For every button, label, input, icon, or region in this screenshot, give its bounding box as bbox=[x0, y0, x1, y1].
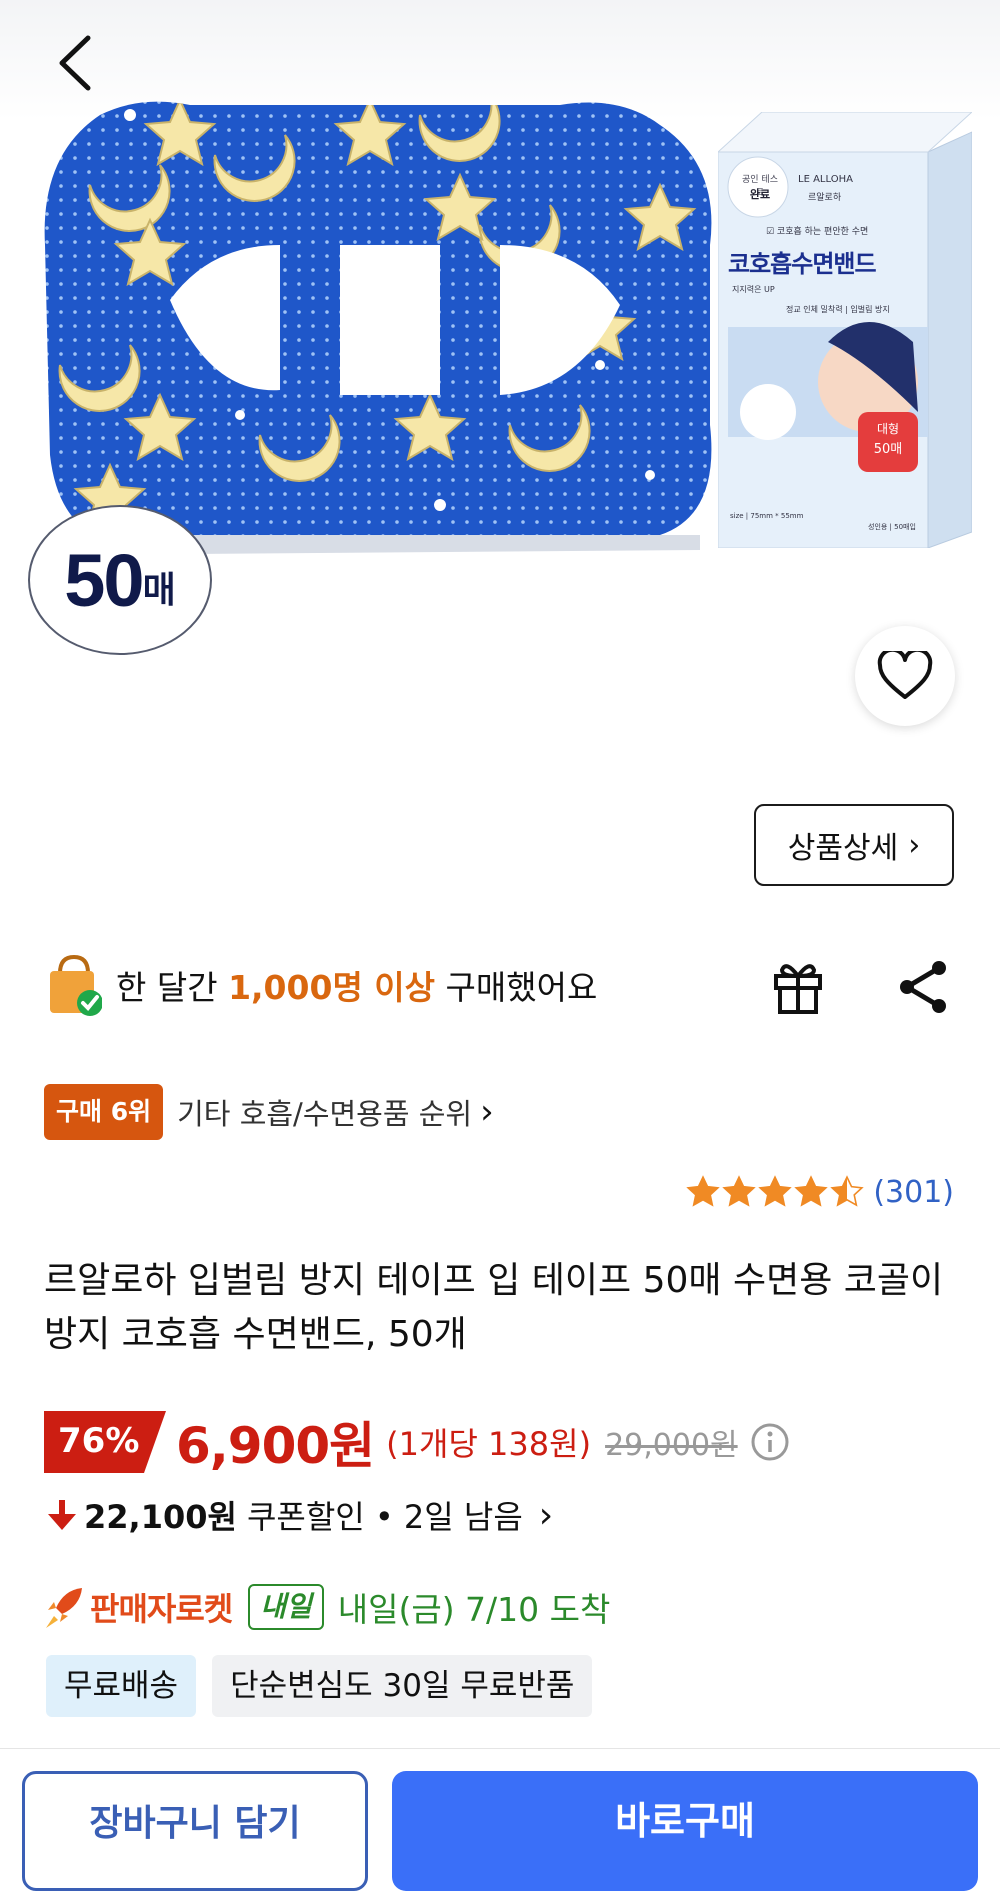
purchase-count-banner: 한 달간 1,000명 이상 구매했어요 bbox=[46, 950, 597, 1020]
purchase-pre: 한 달간 bbox=[116, 968, 229, 1007]
box-large-count: 50매 bbox=[873, 442, 903, 457]
purchase-post: 구매했어요 bbox=[435, 968, 598, 1007]
count-unit: 매 bbox=[142, 570, 176, 611]
box-test-done: 완료 bbox=[749, 188, 771, 201]
delivery-info: 판매자로켓 내일 내일(금) 7/10 도착 bbox=[44, 1580, 610, 1634]
coupon-amount: 22,100원 bbox=[84, 1498, 237, 1536]
back-button[interactable] bbox=[50, 28, 110, 98]
price-row: 76% 6,900원 (1개당 138원) 29,000원 bbox=[44, 1410, 790, 1475]
chevron-right-icon: › bbox=[480, 1092, 494, 1132]
tomorrow-badge: 내일 bbox=[248, 1584, 324, 1630]
bottom-action-bar: 장바구니 담기 바로구매 bbox=[0, 1748, 1000, 1891]
star-icon bbox=[830, 1175, 865, 1207]
unit-price: (1개당 138원) bbox=[386, 1425, 592, 1463]
tag-free-shipping: 무료배송 bbox=[46, 1655, 197, 1717]
arrival-date: 내일(금) 7/10 도착 bbox=[337, 1590, 611, 1629]
product-image-box: 공인 테스트 완료 LE ALLOHA 르알로하 ☑ 코호흡 하는 편안한 수면… bbox=[716, 111, 974, 549]
rocket-label: 판매자로켓 bbox=[90, 1590, 233, 1628]
chevron-right-icon: › bbox=[538, 1494, 554, 1536]
count-badge: 50 매 bbox=[28, 505, 212, 655]
wishlist-button[interactable] bbox=[855, 626, 955, 726]
gift-button[interactable] bbox=[770, 956, 826, 1016]
box-qty: 성인용 | 50매입 bbox=[868, 523, 916, 531]
back-arrow-icon bbox=[59, 35, 91, 91]
product-detail-label: 상품상세 bbox=[787, 831, 899, 866]
purchase-highlight: 1,000명 이상 bbox=[228, 968, 436, 1007]
review-count: (301) bbox=[873, 1174, 954, 1210]
box-sub: 지지력은 UP bbox=[732, 285, 775, 294]
count-number: 50 bbox=[64, 538, 144, 622]
box-size: size | 75mm * 55mm bbox=[730, 512, 804, 520]
heart-icon bbox=[877, 651, 933, 699]
share-icon bbox=[900, 961, 946, 1013]
rating-summary[interactable]: (301) bbox=[685, 1170, 954, 1214]
benefit-tags: 무료배송 단순변심도 30일 무료반품 bbox=[46, 1655, 608, 1717]
product-image-gallery[interactable]: 공인 테스트 완료 LE ALLOHA 르알로하 ☑ 코호흡 하는 편안한 수면… bbox=[0, 0, 1000, 760]
discount-badge: 76% bbox=[44, 1411, 166, 1473]
product-image-mask bbox=[44, 101, 712, 555]
box-product-name: 코호흡수면밴드 bbox=[728, 250, 877, 278]
add-to-cart-button[interactable]: 장바구니 담기 bbox=[22, 1771, 368, 1891]
rank-badge: 구매 6위 bbox=[44, 1084, 164, 1140]
star-rating bbox=[685, 1175, 865, 1209]
gift-icon bbox=[774, 964, 822, 1014]
product-detail-button[interactable]: 상품상세 › bbox=[754, 804, 954, 886]
original-price: 29,000원 bbox=[605, 1428, 738, 1463]
box-large-tag: 대형 bbox=[876, 422, 900, 436]
shopping-bag-icon bbox=[50, 954, 102, 1016]
discount-percent: 76% bbox=[58, 1421, 140, 1461]
info-icon[interactable] bbox=[750, 1422, 790, 1462]
box-tagline: ☑ 코호흡 하는 편안한 수면 bbox=[766, 227, 869, 237]
tag-free-return: 단순변심도 30일 무료반품 bbox=[212, 1655, 593, 1717]
product-title: 르알로하 입벌림 방지 테이프 입 테이프 50매 수면용 코골이방지 코호흡 … bbox=[44, 1260, 944, 1355]
rocket-icon bbox=[46, 1588, 82, 1628]
star-icon bbox=[722, 1175, 757, 1207]
box-brand-ko: 르알로하 bbox=[808, 193, 842, 203]
sale-price: 6,900원 bbox=[176, 1417, 375, 1475]
buy-now-button[interactable]: 바로구매 bbox=[392, 1771, 978, 1891]
star-icon bbox=[686, 1175, 721, 1207]
arrow-down-icon bbox=[48, 1500, 76, 1530]
star-icon bbox=[794, 1175, 829, 1207]
box-brand-en: LE ALLOHA bbox=[798, 174, 853, 185]
rank-text: 기타 호흡/수면용품 순위 bbox=[177, 1097, 473, 1131]
coupon-text: 쿠폰할인 • 2일 남음 bbox=[246, 1498, 523, 1536]
share-button[interactable] bbox=[895, 958, 951, 1016]
star-icon bbox=[758, 1175, 793, 1207]
category-rank-link[interactable]: 구매 6위 기타 호흡/수면용품 순위 › bbox=[44, 1084, 494, 1140]
box-sub2: 정교 인체 밀착력 | 입벌림 방지 bbox=[786, 305, 890, 314]
coupon-discount-link[interactable]: 22,100원 쿠폰할인 • 2일 남음 › bbox=[46, 1490, 553, 1540]
chevron-right-icon: › bbox=[908, 827, 921, 863]
